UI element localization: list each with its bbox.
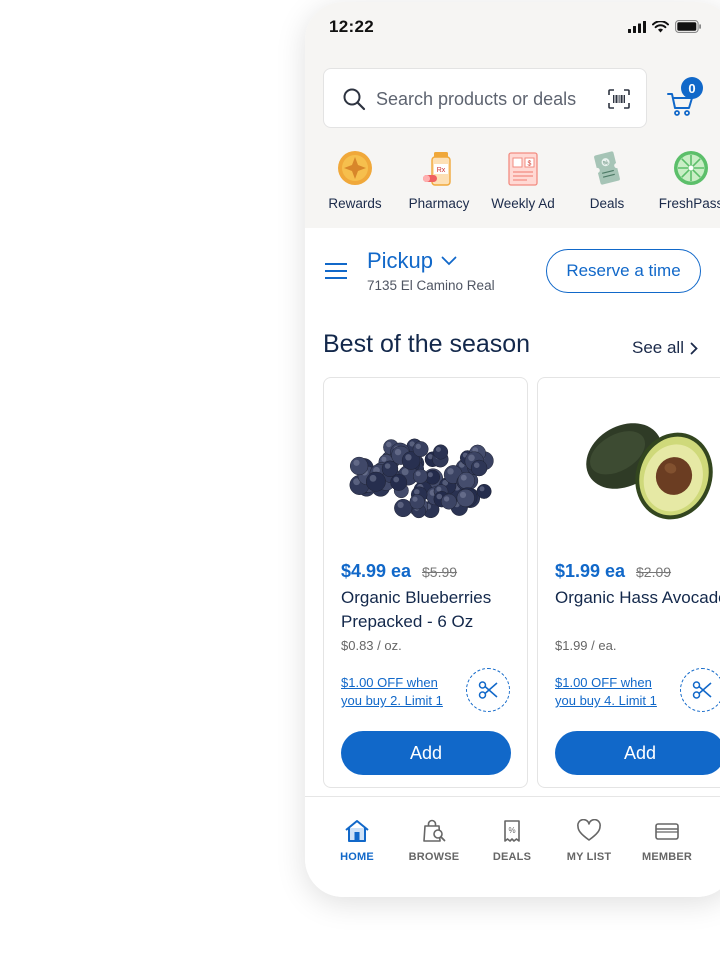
nav-label: MY LIST <box>566 851 612 863</box>
product-deal-link[interactable]: $1.00 OFF when you buy 4. Limit 1 <box>555 674 673 710</box>
deals-ticket-icon: % <box>594 151 620 185</box>
add-to-cart-button[interactable]: Add <box>341 731 511 775</box>
category-label: Deals <box>589 196 625 211</box>
search-input[interactable] <box>374 83 588 115</box>
category-label: Rewards <box>328 196 382 211</box>
blueberries-image <box>349 438 494 519</box>
freshpass-lime-icon <box>674 151 708 185</box>
search-icon <box>343 88 366 111</box>
see-all-label: See all <box>632 338 684 357</box>
status-time: 12:22 <box>329 17 374 36</box>
wifi-icon <box>652 20 669 32</box>
battery-icon <box>675 20 701 33</box>
product-card[interactable]: $1.99 ea $2.09 Organic Hass Avocado $1.9… <box>537 377 720 788</box>
category-deals[interactable]: % Deals <box>565 148 649 211</box>
browse-bag-icon <box>423 819 446 842</box>
category-label: Pharmacy <box>408 196 470 211</box>
product-name[interactable]: Organic Hass Avocado <box>555 586 720 610</box>
category-label: FreshPass <box>658 196 720 211</box>
menu-icon[interactable] <box>325 263 347 279</box>
nav-member[interactable]: MEMBER <box>632 819 702 863</box>
pickup-mode-selector[interactable]: Pickup <box>367 248 433 274</box>
product-card[interactable]: $4.99 ea $5.99 Organic Blueberries Prepa… <box>323 377 528 788</box>
category-freshpass[interactable]: FreshPass <box>649 148 720 211</box>
see-all-link[interactable]: See all <box>632 338 698 358</box>
heart-icon <box>577 819 601 841</box>
section-title: Best of the season <box>323 330 531 358</box>
reserve-time-button[interactable]: Reserve a time <box>546 249 701 293</box>
cart-button[interactable]: 0 <box>667 77 707 120</box>
cart-count-badge: 0 <box>681 77 703 99</box>
deals-coupon-icon: % <box>504 820 520 842</box>
nav-label: MEMBER <box>641 851 693 863</box>
product-deal-link[interactable]: $1.00 OFF when you buy 2. Limit 1 <box>341 674 459 710</box>
phone-screen: 12:22 Search products or deals 0 Rewards… <box>305 2 720 897</box>
add-to-cart-button[interactable]: Add <box>555 731 720 775</box>
bottom-nav: HOME BROWSE % DEALS MY LIST MEMBER <box>305 796 720 897</box>
product-old-price: $5.99 <box>422 564 458 580</box>
product-unit-price: $0.83 / oz. <box>341 638 402 653</box>
product-old-price: $2.09 <box>636 564 672 580</box>
product-price: $1.99 ea <box>555 561 626 581</box>
nav-label: DEALS <box>492 851 532 863</box>
search-bar[interactable] <box>323 68 647 128</box>
nav-label: HOME <box>340 851 374 863</box>
clip-coupon-button[interactable] <box>466 668 510 712</box>
chevron-right-icon <box>690 342 698 354</box>
product-name[interactable]: Organic Blueberries Prepacked - 6 Oz <box>341 586 519 634</box>
nav-label: BROWSE <box>408 851 460 863</box>
status-icons <box>628 20 702 33</box>
nav-deals[interactable]: % DEALS <box>477 819 547 863</box>
nav-my-list[interactable]: MY LIST <box>554 819 624 863</box>
category-weekly-ad[interactable]: $ Weekly Ad <box>481 148 565 211</box>
rewards-star-icon <box>338 151 372 185</box>
category-label: Weekly Ad <box>491 196 555 211</box>
pharmacy-pill-icon: Rx <box>423 152 451 186</box>
category-shortcuts: Rewards Rx Pharmacy $ Weekly Ad % Deals … <box>305 148 720 218</box>
product-price: $4.99 ea <box>341 561 412 581</box>
svg-text:$: $ <box>528 161 532 168</box>
scissors-icon <box>692 681 712 699</box>
weekly-ad-icon: $ <box>508 152 538 186</box>
nav-home[interactable]: HOME <box>322 819 392 863</box>
svg-text:Rx: Rx <box>437 167 446 174</box>
clip-coupon-button[interactable] <box>680 668 720 712</box>
scissors-icon <box>478 681 498 699</box>
store-address: 7135 El Camino Real <box>367 278 495 293</box>
chevron-down-icon[interactable] <box>441 256 457 266</box>
avocado-image <box>586 423 713 520</box>
category-rewards[interactable]: Rewards <box>313 148 397 211</box>
barcode-scan-icon[interactable] <box>608 89 630 109</box>
category-pharmacy[interactable]: Rx Pharmacy <box>397 148 481 211</box>
signal-icon <box>628 20 646 33</box>
product-unit-price: $1.99 / ea. <box>555 638 617 653</box>
member-card-icon <box>655 823 679 840</box>
home-icon <box>345 820 369 842</box>
svg-text:%: % <box>508 826 515 835</box>
nav-browse[interactable]: BROWSE <box>399 819 469 863</box>
